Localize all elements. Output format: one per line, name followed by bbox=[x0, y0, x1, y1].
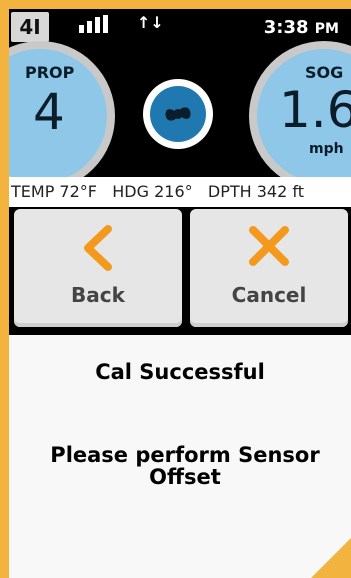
clock-time: 3:38 bbox=[263, 17, 309, 38]
prop-gauge[interactable]: PROP 4 bbox=[9, 41, 115, 191]
prop-gauge-value: 4 bbox=[33, 83, 65, 141]
message-line-1: Please perform Sensor bbox=[50, 443, 320, 467]
message-panel: Cal Successful Please perform Sensor Off… bbox=[9, 335, 351, 578]
depth-readout: DPTH 342 ft bbox=[207, 182, 304, 201]
clock: 3:38 PM bbox=[264, 17, 339, 38]
back-chevron-icon bbox=[78, 223, 118, 277]
corner-accent-icon bbox=[311, 538, 351, 578]
propeller-icon[interactable] bbox=[143, 79, 213, 149]
sog-gauge-unit: mph bbox=[309, 141, 344, 157]
message-line-2: Offset bbox=[149, 465, 221, 489]
cancel-button-label: Cancel bbox=[231, 283, 307, 307]
clock-ampm: PM bbox=[314, 21, 339, 37]
cancel-x-icon bbox=[246, 223, 292, 273]
prop-gauge-label: PROP bbox=[25, 63, 75, 82]
sog-gauge-value: 1.6 bbox=[279, 81, 351, 139]
sog-gauge[interactable]: SOG 1.6 mph bbox=[249, 41, 351, 191]
back-button[interactable]: Back bbox=[14, 209, 182, 327]
message-body: Please perform Sensor Offset bbox=[27, 444, 343, 488]
data-transfer-icon: ↑↓ bbox=[137, 13, 164, 32]
gauges-row: PROP 4 SOG 1.6 mph bbox=[9, 41, 351, 191]
info-bar: TEMP 72°F HDG 216° DPTH 342 ft bbox=[9, 177, 351, 207]
back-button-label: Back bbox=[71, 283, 125, 307]
heading-readout: HDG 216° bbox=[112, 182, 193, 201]
cancel-button[interactable]: Cancel bbox=[190, 209, 348, 327]
device-frame: 4I ↑↓ 3:38 PM PROP 4 SOG 1.6 mph TEMP 72… bbox=[0, 0, 351, 578]
sog-gauge-label: SOG bbox=[305, 63, 344, 82]
message-title: Cal Successful bbox=[95, 360, 265, 384]
channel-badge: 4I bbox=[11, 12, 49, 42]
temp-readout: TEMP 72°F bbox=[11, 182, 97, 201]
device-screen: 4I ↑↓ 3:38 PM PROP 4 SOG 1.6 mph TEMP 72… bbox=[9, 9, 351, 578]
button-row: Back Cancel bbox=[9, 207, 351, 335]
